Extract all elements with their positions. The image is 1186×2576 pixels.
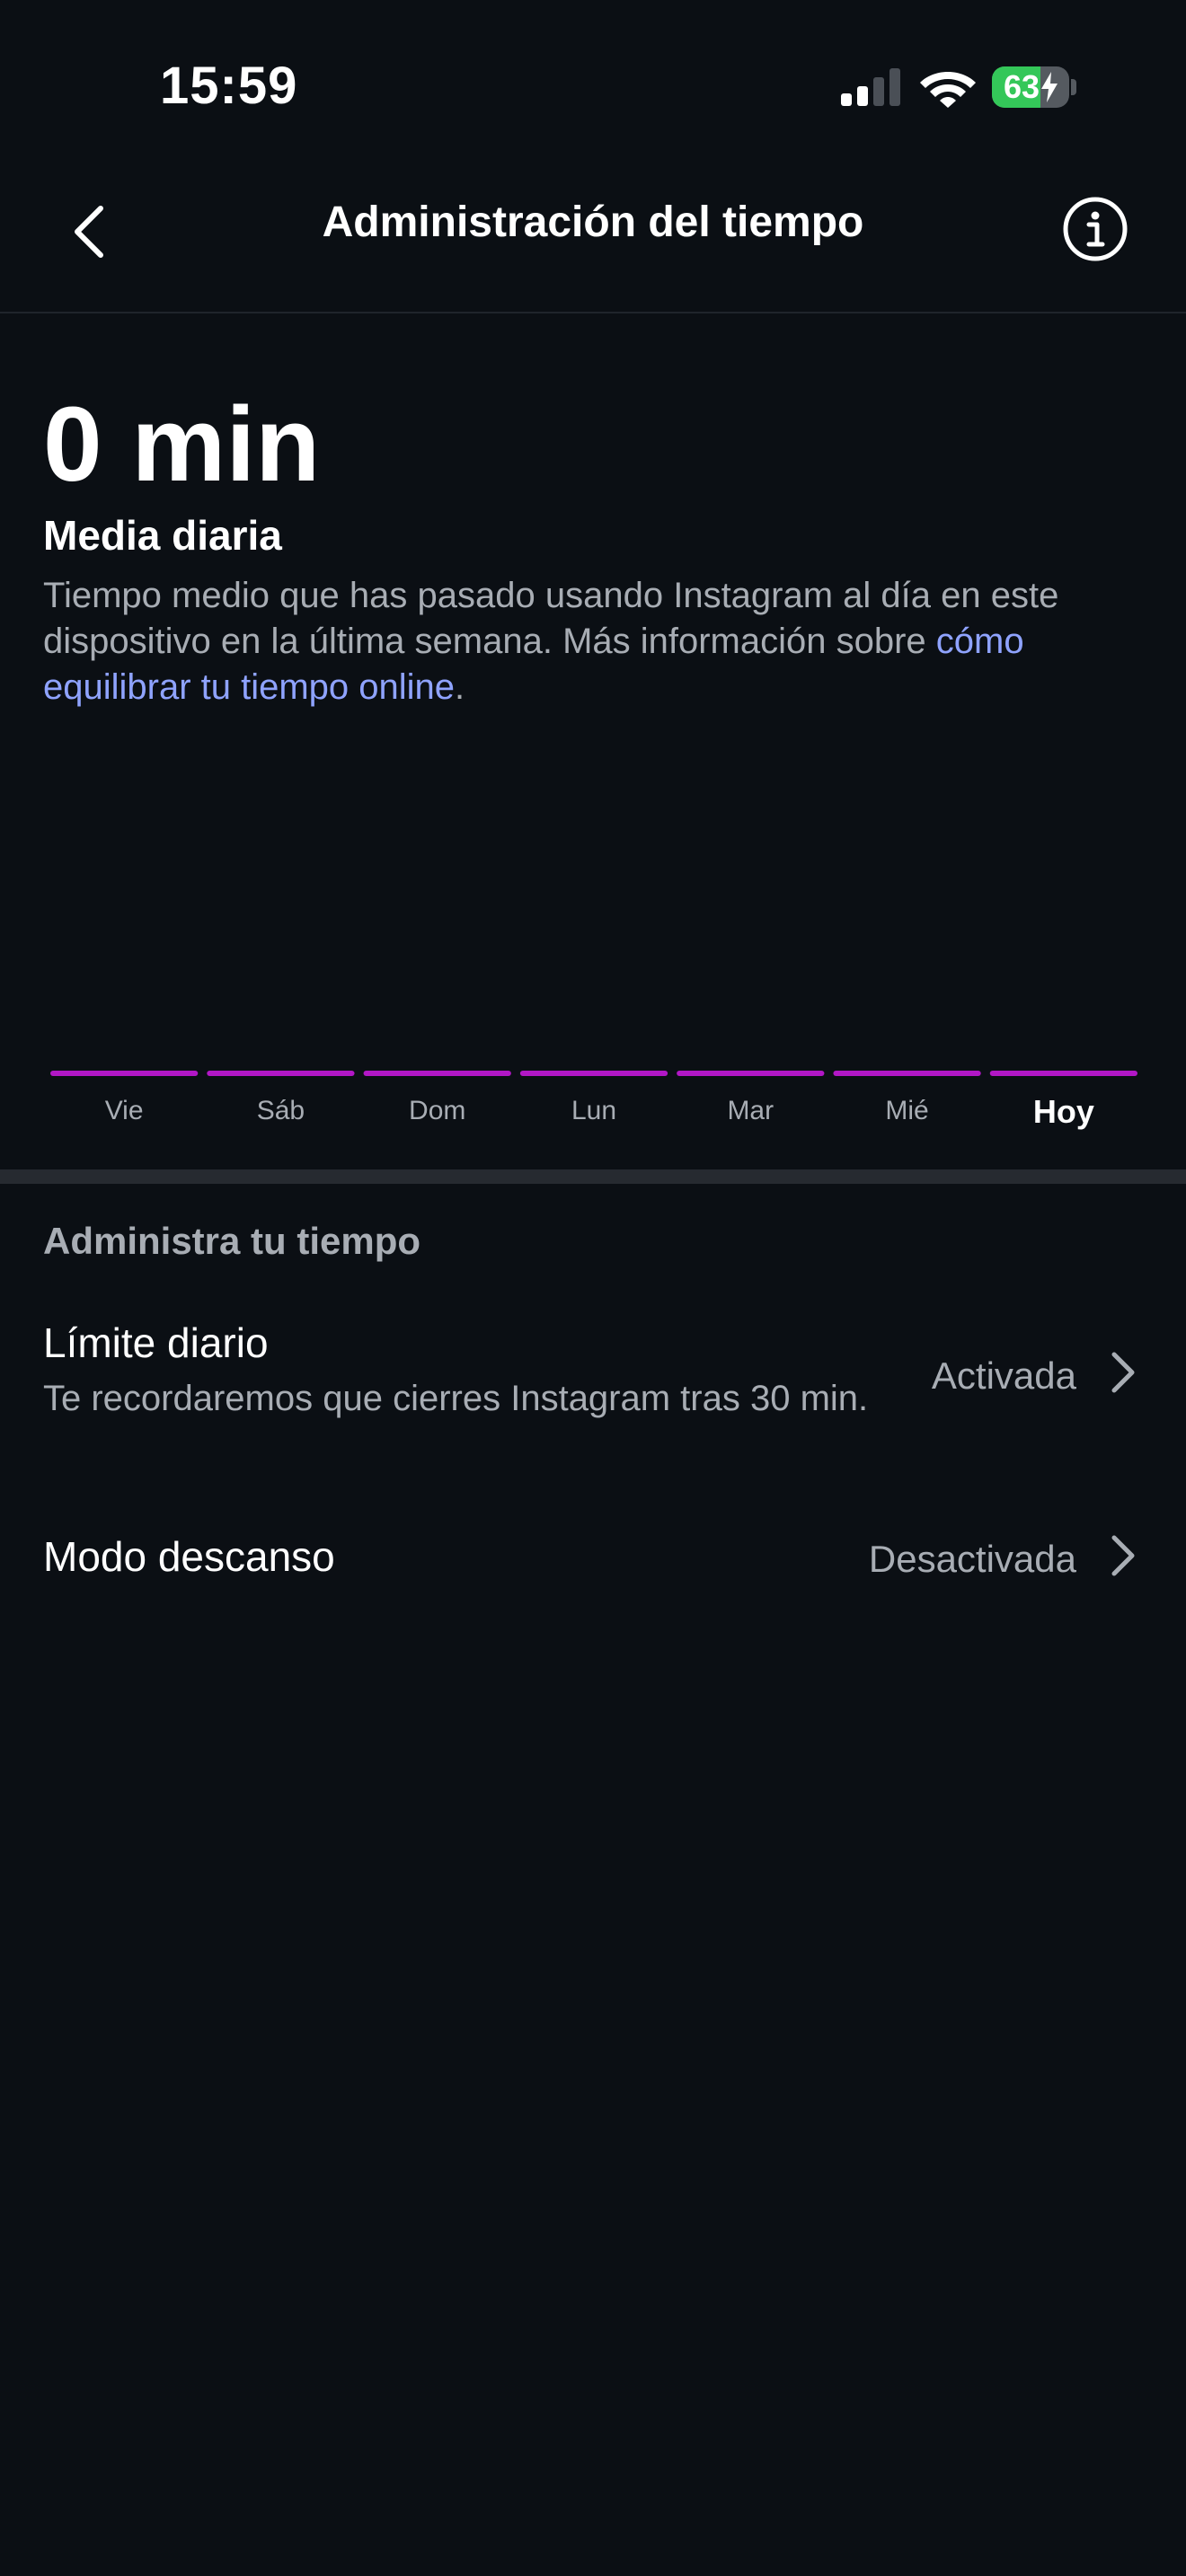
info-button[interactable]	[1060, 194, 1130, 264]
daily-limit-status: Activada	[931, 1354, 1076, 1397]
chart-tick-label: Hoy	[1033, 1093, 1094, 1130]
cellular-signal-icon	[841, 68, 900, 106]
sleep-mode-status: Desactivada	[868, 1538, 1076, 1580]
chart-bar-lun	[519, 1071, 668, 1076]
usage-bar-chart: Vie Sáb Dom Lun Mar Mié Hoy	[50, 1071, 1137, 1130]
status-bar: 15:59 63	[0, 0, 1186, 171]
battery-cap	[1071, 79, 1076, 95]
chart-tick-label: Vie	[105, 1096, 144, 1125]
charging-bolt-icon	[1041, 72, 1058, 102]
wifi-icon	[920, 72, 976, 108]
chart-tick-label: Mié	[885, 1096, 928, 1125]
chevron-right-icon	[1111, 1535, 1135, 1576]
page-title: Administración del tiempo	[322, 198, 864, 246]
chart-bar-vie	[50, 1071, 199, 1076]
status-time: 15:59	[160, 57, 298, 115]
screen: 15:59 63 Administración del tiempo 0 min…	[0, 0, 1186, 2576]
chart-bar-hoy	[989, 1071, 1137, 1076]
daily-average-summary: 0 min Media diaria Tiempo medio que has …	[43, 377, 1148, 710]
chart-bar-mar	[677, 1071, 825, 1076]
section-divider	[0, 1169, 1186, 1184]
chevron-right-icon	[1111, 1352, 1135, 1393]
daily-average-value: 0 min	[43, 385, 321, 504]
header-divider	[0, 312, 1186, 313]
info-circle-icon	[1063, 197, 1128, 261]
section-title: Administra tu tiempo	[43, 1220, 421, 1262]
chart-bar-dom	[363, 1071, 511, 1076]
chart-tick-label: Mar	[727, 1096, 774, 1125]
daily-limit-row[interactable]: Límite diario Te recordaremos que cierre…	[0, 1319, 1186, 1480]
chart-tick-label: Dom	[409, 1096, 465, 1125]
daily-limit-subtitle: Te recordaremos que cierres Instagram tr…	[43, 1379, 869, 1418]
nav-header: Administración del tiempo	[0, 171, 1186, 313]
daily-average-label: Media diaria	[43, 512, 282, 559]
daily-limit-title: Límite diario	[43, 1319, 269, 1366]
daily-average-description: Tiempo medio que has pasado usando Insta…	[43, 576, 1059, 707]
sleep-mode-row[interactable]: Modo descanso Desactivada	[0, 1532, 1186, 1613]
battery-icon: 63	[992, 66, 1069, 108]
chart-tick-label: Lun	[571, 1096, 616, 1125]
chart-bar-mié	[833, 1071, 981, 1076]
chart-bar-sáb	[207, 1071, 355, 1076]
sleep-mode-title: Modo descanso	[43, 1533, 335, 1580]
battery-level: 63	[992, 66, 1069, 108]
chart-tick-label: Sáb	[257, 1096, 305, 1125]
